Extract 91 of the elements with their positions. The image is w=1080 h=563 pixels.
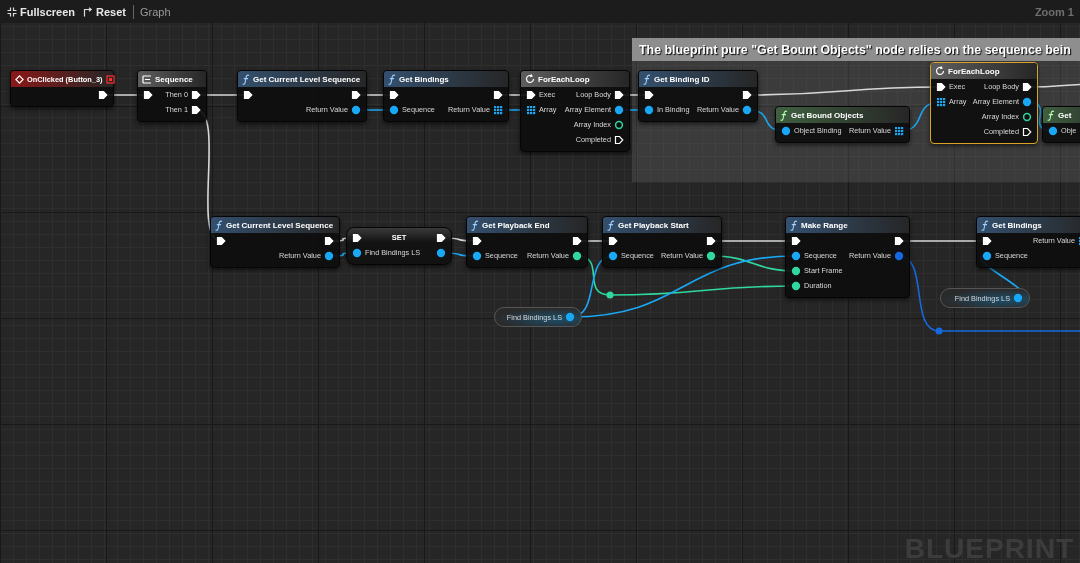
exec-pin-icon[interactable]: [526, 89, 536, 100]
node-title: Get Playback End: [482, 220, 550, 230]
exec-pin-icon[interactable]: [614, 134, 624, 145]
reroute-node[interactable]: [935, 327, 943, 335]
function-icon: [780, 109, 788, 121]
pin-icon[interactable]: [389, 104, 399, 115]
pin-icon[interactable]: [644, 104, 654, 115]
exec-pin-icon[interactable]: [472, 235, 482, 246]
zoom-label: Zoom 1: [1034, 5, 1074, 18]
loop-icon: [935, 66, 945, 76]
node-title: Get Bound Objects: [791, 110, 864, 120]
fullscreen-icon: [7, 6, 17, 17]
pin-icon[interactable]: [614, 119, 624, 130]
exec-pin-icon[interactable]: [191, 104, 201, 115]
exec-pin-icon[interactable]: [243, 89, 253, 100]
pin-icon[interactable]: [791, 265, 801, 276]
pin-icon[interactable]: [472, 250, 482, 261]
exec-pin-icon[interactable]: [351, 89, 361, 100]
function-icon: [388, 73, 396, 85]
node-title: Get Current Level Sequence: [253, 74, 361, 84]
array-pin-icon[interactable]: [894, 125, 904, 136]
node-title: Get Current Level Sequence: [226, 220, 334, 230]
breadcrumb[interactable]: Graph: [140, 5, 171, 18]
exec-pin-icon[interactable]: [143, 89, 153, 100]
delegate-pin-icon[interactable]: [105, 74, 115, 84]
pin-icon[interactable]: [324, 250, 334, 261]
pin-icon[interactable]: [781, 125, 791, 136]
exec-pin-icon[interactable]: [98, 89, 108, 100]
pin-icon[interactable]: [565, 312, 575, 322]
pin-icon[interactable]: [608, 250, 618, 261]
exec-pin-icon[interactable]: [982, 235, 992, 246]
reroute-node[interactable]: [606, 291, 614, 299]
node-title: ForEachLoop: [538, 74, 590, 84]
pin-icon[interactable]: [1013, 293, 1023, 303]
exec-pin-icon[interactable]: [191, 89, 201, 100]
function-icon: [643, 73, 651, 85]
exec-pin-icon[interactable]: [894, 235, 904, 246]
function-icon: [1047, 109, 1055, 121]
node-title: ForEachLoop: [948, 66, 1000, 76]
exec-pin-icon[interactable]: [614, 89, 624, 100]
array-pin-icon[interactable]: [526, 104, 536, 115]
reset-icon: [83, 6, 94, 17]
exec-pin-icon[interactable]: [791, 235, 801, 246]
array-pin-icon[interactable]: [493, 104, 503, 115]
pin-icon[interactable]: [791, 280, 801, 291]
function-icon: [607, 219, 615, 231]
exec-pin-icon[interactable]: [1022, 126, 1032, 137]
exec-pin-icon[interactable]: [436, 232, 446, 243]
function-icon: [215, 219, 223, 231]
pin-icon[interactable]: [742, 104, 752, 115]
pin-icon[interactable]: [791, 250, 801, 261]
comment-text: The blueprint pure "Get Bount Objects" node relies on the sequence bein: [639, 42, 1071, 57]
fullscreen-button[interactable]: Fullscreen: [6, 3, 77, 20]
reset-button[interactable]: Reset: [82, 3, 127, 20]
event-icon: [15, 74, 24, 84]
node-title: Get: [1058, 110, 1072, 120]
exec-pin-icon[interactable]: [352, 232, 362, 243]
exec-pin-icon[interactable]: [742, 89, 752, 100]
array-pin-icon[interactable]: [936, 96, 946, 107]
pin-icon[interactable]: [436, 247, 446, 258]
exec-pin-icon[interactable]: [1022, 81, 1032, 92]
pin-icon[interactable]: [352, 247, 362, 258]
sequence-icon: [142, 74, 152, 84]
exec-pin-icon[interactable]: [389, 89, 399, 100]
node-title: Get Bindings: [992, 220, 1042, 230]
node-title: Sequence: [155, 74, 193, 84]
exec-pin-icon[interactable]: [936, 81, 946, 92]
pin-icon[interactable]: [1022, 96, 1032, 107]
pin-icon[interactable]: [706, 250, 716, 261]
function-icon: [790, 219, 798, 231]
node-title: Get Binding ID: [654, 74, 710, 84]
function-icon: [981, 219, 989, 231]
exec-pin-icon[interactable]: [493, 89, 503, 100]
node-title: Make Range: [801, 220, 848, 230]
node-title: Get Bindings: [399, 74, 449, 84]
exec-pin-icon[interactable]: [572, 235, 582, 246]
exec-pin-icon[interactable]: [706, 235, 716, 246]
exec-pin-icon[interactable]: [644, 89, 654, 100]
pin-icon[interactable]: [614, 104, 624, 115]
pin-icon[interactable]: [351, 104, 361, 115]
exec-pin-icon[interactable]: [324, 235, 334, 246]
function-icon: [471, 219, 479, 231]
pin-icon[interactable]: [572, 250, 582, 261]
exec-pin-icon[interactable]: [608, 235, 618, 246]
pin-icon[interactable]: [982, 250, 992, 261]
loop-icon: [525, 74, 535, 84]
pin-icon[interactable]: [1022, 111, 1032, 122]
function-icon: [242, 73, 250, 85]
pin-icon[interactable]: [1048, 125, 1058, 136]
exec-pin-icon[interactable]: [216, 235, 226, 246]
node-title: Get Playback Start: [618, 220, 689, 230]
